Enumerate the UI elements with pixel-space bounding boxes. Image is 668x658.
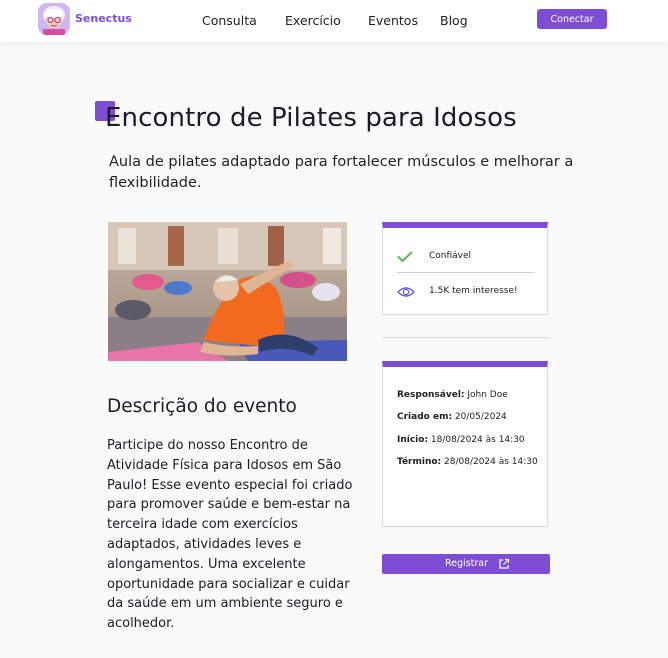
check-icon <box>397 251 413 266</box>
created-label: Criado em: <box>397 412 453 422</box>
responsible-value: John Doe <box>464 390 508 400</box>
responsible-info: Responsável: John Doe <box>397 390 508 400</box>
start-info: Início: 18/08/2024 às 14:30 <box>397 435 525 445</box>
end-value: 28/08/2024 às 14:30 <box>441 457 538 467</box>
event-subtitle: Aula de pilates adaptado para fortalecer… <box>109 154 574 191</box>
created-info: Criado em: 20/05/2024 <box>397 412 507 422</box>
description-heading: Descrição do evento <box>107 396 297 417</box>
details-card: Responsável: John Doe Criado em: 20/05/2… <box>382 361 548 527</box>
nav-exercicio[interactable]: Exercício <box>285 13 341 28</box>
eye-icon <box>397 286 415 301</box>
page-title: Encontro de Pilates para Idosos <box>105 103 517 133</box>
connect-button[interactable]: Conectar <box>537 9 607 29</box>
created-value: 20/05/2024 <box>452 412 507 422</box>
external-link-icon <box>498 558 510 573</box>
card-divider <box>397 272 534 273</box>
nav-eventos[interactable]: Eventos <box>368 13 418 28</box>
senectus-logo[interactable] <box>38 3 70 35</box>
interest-label: 1.5K tem interesse! <box>429 286 518 296</box>
end-info: Término: 28/08/2024 às 14:30 <box>397 457 538 467</box>
description-text: Participe do nosso Encontro de Atividade… <box>107 438 353 632</box>
end-label: Término: <box>397 457 442 467</box>
nav-consulta[interactable]: Consulta <box>202 13 257 28</box>
responsible-label: Responsável: <box>397 390 465 400</box>
top-navbar: Senectus Consulta Exercício Eventos Blog… <box>0 0 668 42</box>
register-button[interactable]: Registrar <box>382 554 550 574</box>
event-photo <box>108 222 347 361</box>
trusted-label: Confiável <box>429 251 472 261</box>
nav-blog[interactable]: Blog <box>440 13 468 28</box>
brand-name[interactable]: Senectus <box>75 12 132 25</box>
stats-card: Confiável 1.5K tem interesse! <box>382 222 548 315</box>
start-label: Início: <box>397 435 429 445</box>
section-divider <box>382 337 550 338</box>
start-value: 18/08/2024 às 14:30 <box>428 435 525 445</box>
register-label: Registrar <box>445 558 488 569</box>
